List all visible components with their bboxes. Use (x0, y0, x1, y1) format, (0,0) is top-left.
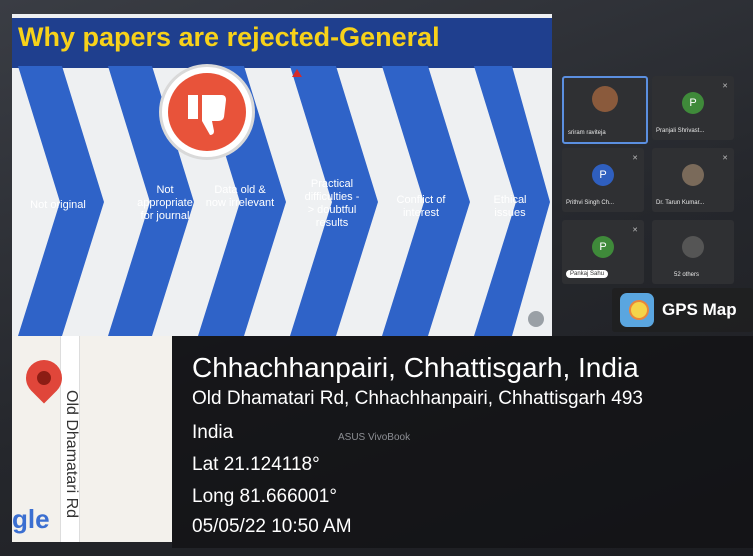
reason-label-5: Conflict of interest (396, 194, 446, 219)
reason-label-4: Practical difficulties - > doubtful resu… (304, 178, 360, 229)
participant-name: Pranjali Shrivast... (656, 128, 705, 134)
location-info-panel: Chhachhanpairi, Chhattisgarh, India Old … (172, 336, 753, 548)
presentation-slide: Why papers are rejected-General Not orig… (12, 14, 552, 336)
avatar (682, 164, 704, 186)
longitude: Long 81.666001° (192, 486, 337, 507)
others-avatars-icon (682, 236, 704, 258)
reason-label-1: Not original (30, 199, 86, 211)
latitude: Lat 21.124118° (192, 454, 320, 475)
thumbs-down-icon (159, 64, 255, 160)
datetime: 05/05/22 10:50 AM (192, 516, 352, 537)
mic-muted-icon: ✕ (632, 155, 638, 162)
gps-map-camera-icon (620, 293, 654, 327)
address: Old Dhamatari Rd, Chhachhanpairi, Chhatt… (192, 388, 643, 409)
slide-indicator-icon (528, 311, 544, 327)
gps-map-app-tag: GPS Map (612, 288, 753, 332)
participant-tile-others[interactable]: 52 others (652, 220, 734, 284)
participant-tile[interactable]: ✕ P Pankaj Sahu (562, 220, 644, 284)
participant-name: Dr. Tarun Kumar... (656, 200, 705, 206)
others-count: 52 others (674, 272, 700, 278)
place-name: Chhachhanpairi, Chhattisgarh, India (192, 352, 639, 383)
avatar: P (592, 164, 614, 186)
google-logo: gle (12, 504, 50, 534)
map-thumbnail[interactable]: Old Dhamatari Rd gle (12, 336, 172, 542)
avatar: P (682, 92, 704, 114)
participant-tile[interactable]: ✕ Dr. Tarun Kumar... (652, 148, 734, 212)
country: India (192, 422, 234, 443)
participant-name: Prithvi Singh Ch... (566, 200, 615, 206)
reason-label-2: Not appropriate for journal (137, 184, 193, 222)
avatar: P (592, 236, 614, 258)
reason-label-6: Ethical issues (493, 194, 527, 219)
participant-video-icon (592, 86, 618, 112)
reason-chevrons (18, 66, 550, 336)
reason-label-3: Data old & now irrelevant (205, 184, 275, 209)
laptop-brand: ASUS VivoBook (338, 432, 411, 443)
mic-muted-icon: ✕ (722, 155, 728, 162)
participant-name: sriram raviteja (568, 130, 606, 136)
mic-muted-icon: ✕ (722, 83, 728, 90)
road-label: Old Dhamatari Rd (63, 390, 80, 519)
participant-name: Pankaj Sahu (566, 270, 609, 278)
gps-map-label: GPS Map (662, 300, 737, 319)
mic-muted-icon: ✕ (632, 227, 638, 234)
participant-tile[interactable]: ✕ P Prithvi Singh Ch... (562, 148, 644, 212)
pointer-icon (292, 69, 302, 77)
participant-tile[interactable]: ✕ P Pranjali Shrivast... (652, 76, 734, 140)
participant-tile[interactable]: sriram raviteja (562, 76, 648, 144)
